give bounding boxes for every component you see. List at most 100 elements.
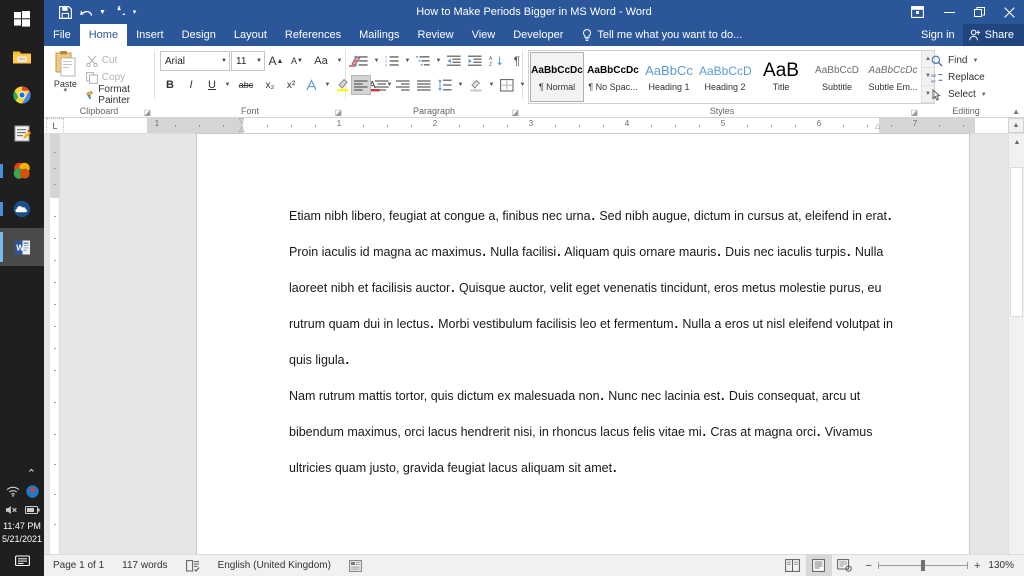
right-indent-marker[interactable]: △ [875,122,883,130]
justify-button[interactable] [414,75,434,95]
volume-muted-icon[interactable] [5,504,19,516]
qat-customize-button[interactable]: ▾ [130,3,139,22]
tab-mailings[interactable]: Mailings [350,24,408,46]
proofing-status[interactable] [177,555,209,576]
tab-design[interactable]: Design [173,24,225,46]
decrease-font-size-button[interactable]: A ▼ [287,51,307,71]
tab-insert[interactable]: Insert [127,24,173,46]
bold-button[interactable]: B [160,75,180,95]
style-heading-2[interactable]: AaBbCcD Heading 2 [698,52,752,102]
taskbar-notepad[interactable] [0,114,44,152]
taskbar-word[interactable]: W [0,228,44,266]
tab-view[interactable]: View [463,24,505,46]
taskbar-file-explorer[interactable] [0,38,44,76]
taskbar-office[interactable] [0,152,44,190]
tab-layout[interactable]: Layout [225,24,276,46]
style-no-spacing[interactable]: AaBbCcDc ¶ No Spac... [586,52,640,102]
battery-icon[interactable] [24,505,40,515]
left-indent-marker[interactable]: △ [239,125,247,133]
subscript-button[interactable]: x₂ [260,75,280,95]
font-size-combo[interactable]: 11 ▼ [231,51,265,71]
underline-caret[interactable]: ▼ [223,75,232,95]
language-status[interactable]: English (United Kingdom) [209,555,340,576]
scrollbar-thumb[interactable] [1010,167,1023,317]
align-left-button[interactable] [351,75,371,95]
numbering-button[interactable]: 1 2 3 [382,51,402,71]
view-print-layout-button[interactable] [805,554,832,576]
zoom-level-button[interactable]: 130% [988,560,1024,571]
zoom-track[interactable] [877,560,968,571]
text-effects-caret[interactable]: ▼ [323,75,332,95]
find-button[interactable]: Find ▼ [927,52,991,69]
split-window-handle[interactable]: ▲ [1008,118,1024,133]
qat-save-button[interactable] [56,3,75,22]
qat-undo-button[interactable] [77,3,96,22]
show-hidden-icons-button[interactable]: ⌃ [0,467,44,481]
tab-review[interactable]: Review [409,24,463,46]
taskbar-clock-time[interactable]: 11:47 PM [0,520,44,532]
line-spacing-button[interactable] [435,75,455,95]
taskbar-clock-date[interactable]: 5/21/2021 [0,533,44,545]
style-subtle-emphasis[interactable]: AaBbCcDc Subtle Em... [866,52,920,102]
action-center-button[interactable] [0,546,44,576]
collapse-ribbon-button[interactable]: ▲ [1012,107,1020,116]
macro-recording-status[interactable] [340,555,371,576]
multilevel-list-button[interactable] [413,51,433,71]
restore-button[interactable] [964,0,994,24]
share-button[interactable]: Share [962,24,1024,46]
zoom-in-button[interactable]: + [974,560,980,572]
replace-button[interactable]: ab ac Replace [927,69,991,86]
text-effects-button[interactable] [302,75,322,95]
tab-stop-selector[interactable]: L [46,118,64,133]
sign-in-button[interactable]: Sign in [913,29,963,41]
qat-redo-button[interactable] [109,3,128,22]
tell-me-search[interactable]: Tell me what you want to do... [582,24,742,46]
sort-button[interactable]: A Z [486,51,506,71]
wifi-icon[interactable] [6,485,20,497]
style-title[interactable]: AaB Title [754,52,808,102]
format-painter-button[interactable]: Format Painter [82,84,149,106]
first-line-indent-marker[interactable]: ▽ [239,118,247,125]
find-caret[interactable]: ▼ [972,58,978,64]
page-number-status[interactable]: Page 1 of 1 [44,555,113,576]
tab-developer[interactable]: Developer [504,24,572,46]
bullets-caret[interactable]: ▼ [372,51,381,71]
font-name-combo[interactable]: Arial ▼ [160,51,230,71]
qat-undo-dropdown[interactable]: ▼ [98,3,107,22]
select-button[interactable]: Select ▼ [927,86,991,103]
minimize-button[interactable] [934,0,964,24]
taskbar-onedrive[interactable] [0,190,44,228]
document-paragraph-1[interactable]: Etiam nibh libero, feugiat at congue a, … [289,198,909,378]
shading-caret[interactable]: ▼ [487,75,496,95]
numbering-caret[interactable]: ▼ [403,51,412,71]
close-button[interactable] [994,0,1024,24]
align-right-button[interactable] [393,75,413,95]
increase-font-size-button[interactable]: A ▲ [266,51,286,71]
tab-file[interactable]: File [44,24,80,46]
strikethrough-button[interactable]: abc [233,75,259,95]
ribbon-display-options-button[interactable] [900,0,934,24]
tab-home[interactable]: Home [79,24,128,46]
scroll-up-button[interactable]: ▲ [1009,134,1024,151]
taskbar-chrome[interactable] [0,76,44,114]
paste-button[interactable]: Paste ▼ [49,50,82,94]
borders-button[interactable] [497,75,517,95]
zoom-out-button[interactable]: − [866,560,872,572]
document-paragraph-2[interactable]: Nam rutrum mattis tortor, quis dictum ex… [289,378,909,486]
cut-button[interactable]: Cut [82,52,149,69]
decrease-indent-button[interactable] [444,51,464,71]
change-case-caret[interactable]: ▼ [335,51,344,71]
line-spacing-caret[interactable]: ▼ [456,75,465,95]
italic-button[interactable]: I [181,75,201,95]
word-count-status[interactable]: 117 words [113,555,176,576]
tab-references[interactable]: References [276,24,350,46]
increase-indent-button[interactable] [465,51,485,71]
align-center-button[interactable] [372,75,392,95]
zoom-slider[interactable]: − + [858,560,989,572]
underline-button[interactable]: U [202,75,222,95]
select-caret[interactable]: ▼ [981,92,987,98]
view-read-mode-button[interactable] [780,555,806,576]
multilevel-list-caret[interactable]: ▼ [434,51,443,71]
zoom-thumb[interactable] [920,560,925,571]
paste-dropdown-caret[interactable]: ▼ [62,88,68,94]
